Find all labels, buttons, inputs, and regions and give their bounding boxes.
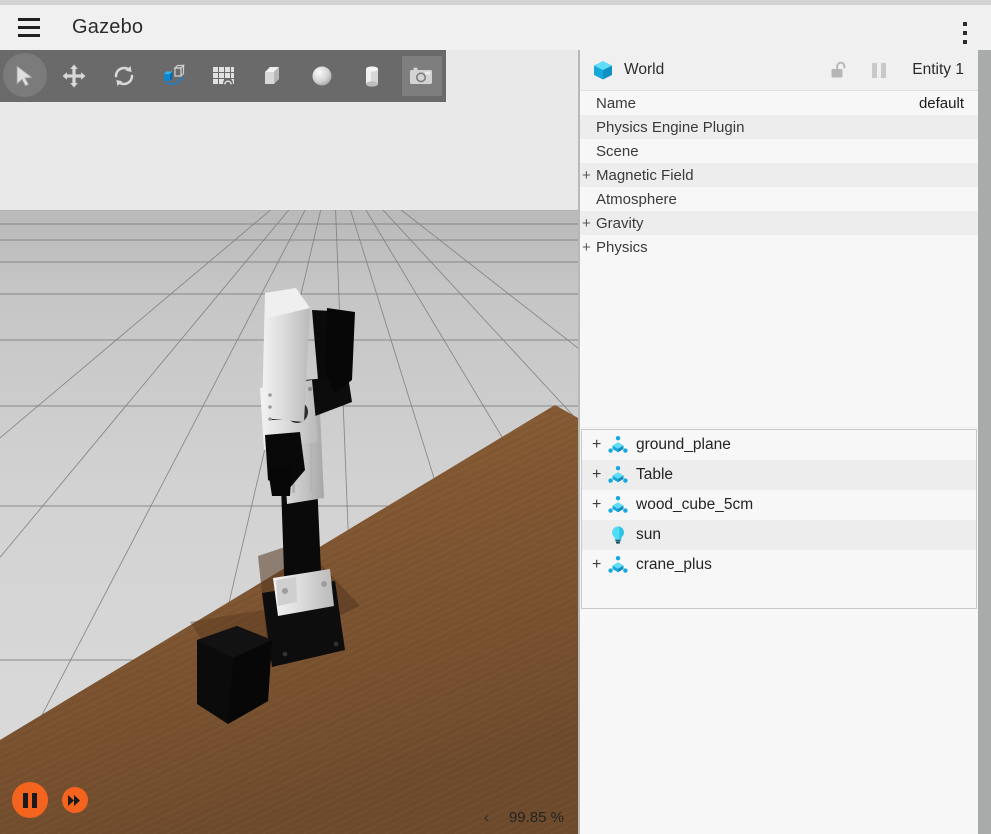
rotate-tool-button[interactable] — [99, 50, 149, 102]
property-row[interactable]: Scene — [580, 139, 978, 163]
box-icon — [264, 67, 279, 84]
screenshot-tool-button[interactable] — [397, 50, 447, 102]
transform-cube-icon — [164, 64, 186, 85]
entity-tree-item[interactable]: + crane_plus — [582, 550, 976, 580]
box-tool-button[interactable] — [248, 50, 298, 102]
model-icon — [606, 463, 630, 487]
entity-label: ground_plane — [636, 436, 731, 454]
sphere-icon — [312, 66, 332, 86]
property-name: Atmosphere — [596, 190, 677, 208]
property-name: Scene — [596, 142, 639, 160]
step-forward-icon — [68, 794, 80, 806]
camera-icon — [410, 67, 433, 84]
expand-icon[interactable]: + — [582, 167, 594, 184]
property-name: Physics — [596, 238, 648, 256]
title-bar: Gazebo — [0, 5, 991, 50]
entity-label: Table — [636, 466, 674, 484]
model-icon — [606, 433, 630, 457]
hamburger-icon[interactable] — [6, 5, 52, 50]
expand-icon[interactable]: + — [592, 437, 606, 453]
world-cube-icon — [594, 61, 612, 80]
right-panel: World Entity 1 Name default Physics Engi… — [580, 50, 991, 834]
app-title: Gazebo — [72, 16, 144, 38]
grid-icon — [212, 67, 234, 88]
property-row[interactable]: Atmosphere — [580, 187, 978, 211]
light-bulb-icon — [606, 523, 630, 547]
right-panel-scrollbar[interactable] — [978, 50, 991, 834]
world-property-list: Name default Physics Engine Plugin Scene… — [580, 91, 978, 427]
pause-icon — [23, 792, 37, 808]
unlocked-padlock-icon[interactable] — [828, 59, 850, 81]
world-pause-icon[interactable] — [872, 62, 887, 78]
cursor-arrow-icon — [16, 65, 33, 87]
expand-icon[interactable]: + — [582, 239, 594, 256]
edit-toolbar — [0, 50, 446, 102]
entity-label: crane_plus — [636, 556, 712, 574]
world-title: World — [624, 61, 665, 78]
gazebo-window: Gazebo ‹ 99.85 % World Entity 1 Name def… — [0, 0, 991, 834]
entity-tree-panel: + ground_plane + Table + wood_cube_5cm s… — [580, 427, 978, 834]
translate-tool-button[interactable] — [50, 50, 100, 102]
model-icon — [606, 493, 630, 517]
entity-tree-item[interactable]: + wood_cube_5cm — [582, 490, 976, 520]
property-list-filler — [580, 259, 978, 427]
select-tool-button[interactable] — [0, 50, 50, 102]
property-name: Magnetic Field — [596, 166, 694, 184]
property-row[interactable]: Physics Engine Plugin — [580, 115, 978, 139]
sphere-tool-button[interactable] — [297, 50, 347, 102]
property-row[interactable]: + Physics — [580, 235, 978, 259]
property-value: default — [918, 94, 964, 112]
render-viewport-3d[interactable]: ‹ 99.85 % — [0, 50, 578, 834]
cylinder-icon — [365, 66, 378, 87]
entity-label: wood_cube_5cm — [636, 496, 754, 514]
property-row[interactable]: + Gravity — [580, 211, 978, 235]
crane-plus-robot-model — [190, 288, 360, 724]
status-bar: ‹ 99.85 % — [484, 809, 564, 826]
real-time-factor-value: 99.85 % — [508, 809, 564, 826]
chevron-left-icon[interactable]: ‹ — [484, 809, 489, 826]
transform-tool-button[interactable] — [149, 50, 199, 102]
grid-tool-button[interactable] — [198, 50, 248, 102]
rotate-arrows-icon — [114, 66, 134, 86]
expand-icon[interactable]: + — [582, 215, 594, 232]
world-header: World Entity 1 — [580, 50, 978, 91]
entity-count-label: Entity 1 — [912, 61, 964, 78]
entity-tree: + ground_plane + Table + wood_cube_5cm s… — [581, 429, 977, 609]
expand-icon[interactable]: + — [592, 557, 606, 573]
step-forward-button[interactable] — [62, 787, 88, 813]
kebab-menu-icon[interactable] — [947, 10, 983, 55]
property-row[interactable]: + Magnetic Field — [580, 163, 978, 187]
move-arrows-icon — [62, 64, 86, 88]
property-name: Name — [596, 94, 637, 112]
entity-tree-item[interactable]: + ground_plane — [582, 430, 976, 460]
expand-icon[interactable]: + — [592, 497, 606, 513]
property-name: Physics Engine Plugin — [596, 118, 745, 136]
entity-tree-item[interactable]: + Table — [582, 460, 976, 490]
entity-tree-item[interactable]: sun — [582, 520, 976, 550]
entity-label: sun — [636, 526, 661, 544]
property-row[interactable]: Name default — [580, 91, 978, 115]
playback-controls — [12, 782, 88, 818]
cylinder-tool-button[interactable] — [347, 50, 397, 102]
expand-icon[interactable]: + — [592, 467, 606, 483]
model-icon — [606, 553, 630, 577]
pause-button[interactable] — [12, 782, 48, 818]
property-name: Gravity — [596, 214, 644, 232]
